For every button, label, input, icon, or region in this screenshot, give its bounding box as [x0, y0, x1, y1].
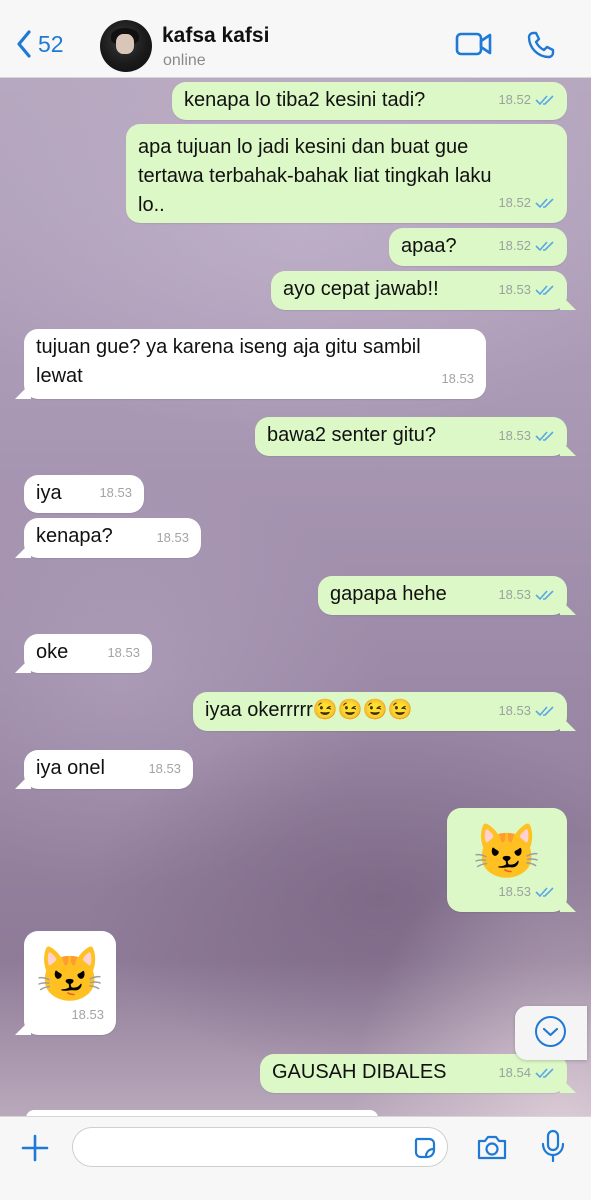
- message-time: 18.53: [107, 645, 140, 660]
- message-time: 18.53: [148, 761, 181, 776]
- chat-header: 52 kafsa kafsi online: [0, 0, 591, 78]
- message-out[interactable]: apaa? 18.52: [389, 228, 567, 266]
- message-out[interactable]: kenapa lo tiba2 kesini tadi? 18.52: [172, 82, 567, 120]
- sticker-icon[interactable]: [413, 1136, 437, 1160]
- camera-icon[interactable]: [476, 1133, 508, 1161]
- message-time: 18.53: [498, 282, 531, 297]
- contact-status: online: [163, 52, 206, 69]
- composer-bar: [0, 1116, 591, 1200]
- double-check-icon: [535, 430, 554, 441]
- double-check-icon: [535, 1067, 554, 1078]
- message-out[interactable]: gapapa hehe 18.53: [318, 576, 567, 615]
- double-check-icon: [535, 886, 554, 897]
- message-out[interactable]: apa tujuan lo jadi kesini dan buat gue t…: [126, 124, 567, 223]
- message-in-sticker[interactable]: 😼 18.53: [24, 931, 116, 1035]
- scroll-down-icon: [542, 1027, 559, 1037]
- microphone-icon[interactable]: [540, 1129, 566, 1163]
- message-time: 18.54: [498, 1065, 531, 1080]
- message-time: 18.52: [498, 92, 531, 107]
- message-in[interactable]: kenapa? 18.53: [24, 518, 201, 558]
- double-check-icon: [535, 705, 554, 716]
- double-check-icon: [535, 94, 554, 105]
- unread-count: 52: [38, 30, 64, 57]
- message-time: 18.52: [498, 195, 531, 210]
- message-input[interactable]: [72, 1127, 448, 1167]
- plus-icon[interactable]: [20, 1133, 50, 1163]
- phone-icon[interactable]: [526, 30, 556, 60]
- double-check-icon: [535, 197, 554, 208]
- message-time: 18.53: [99, 485, 132, 500]
- message-in[interactable]: iya onel 18.53: [24, 750, 193, 789]
- double-check-icon: [535, 240, 554, 251]
- message-time: 18.53: [498, 703, 531, 718]
- message-time: 18.53: [441, 371, 474, 386]
- message-out[interactable]: iyaa okerrrrr😉😉😉😉 18.53: [193, 692, 567, 731]
- double-check-icon: [535, 589, 554, 600]
- video-call-icon[interactable]: [455, 30, 493, 58]
- back-button[interactable]: 52: [16, 30, 64, 58]
- message-out[interactable]: bawa2 senter gitu? 18.53: [255, 417, 567, 456]
- scroll-to-bottom-button[interactable]: [515, 1006, 587, 1060]
- message-in[interactable]: oke 18.53: [24, 634, 152, 673]
- message-in[interactable]: tujuan gue? ya karena iseng aja gitu sam…: [24, 329, 486, 399]
- message-time: 18.53: [498, 884, 531, 899]
- message-time: 18.53: [498, 587, 531, 602]
- message-time: 18.52: [498, 238, 531, 253]
- message-time: 18.53: [498, 428, 531, 443]
- message-time: 18.53: [71, 1007, 104, 1022]
- message-out[interactable]: GAUSAH DIBALES 18.54: [260, 1054, 567, 1093]
- avatar[interactable]: [100, 20, 152, 72]
- back-chevron-icon: [17, 30, 31, 58]
- message-out[interactable]: ayo cepat jawab!! 18.53: [271, 271, 567, 310]
- message-in[interactable]: iya 18.53: [24, 475, 144, 513]
- message-time: 18.53: [156, 530, 189, 545]
- message-out-sticker[interactable]: 😼 18.53: [447, 808, 567, 912]
- double-check-icon: [535, 284, 554, 295]
- contact-name[interactable]: kafsa kafsi: [162, 24, 269, 48]
